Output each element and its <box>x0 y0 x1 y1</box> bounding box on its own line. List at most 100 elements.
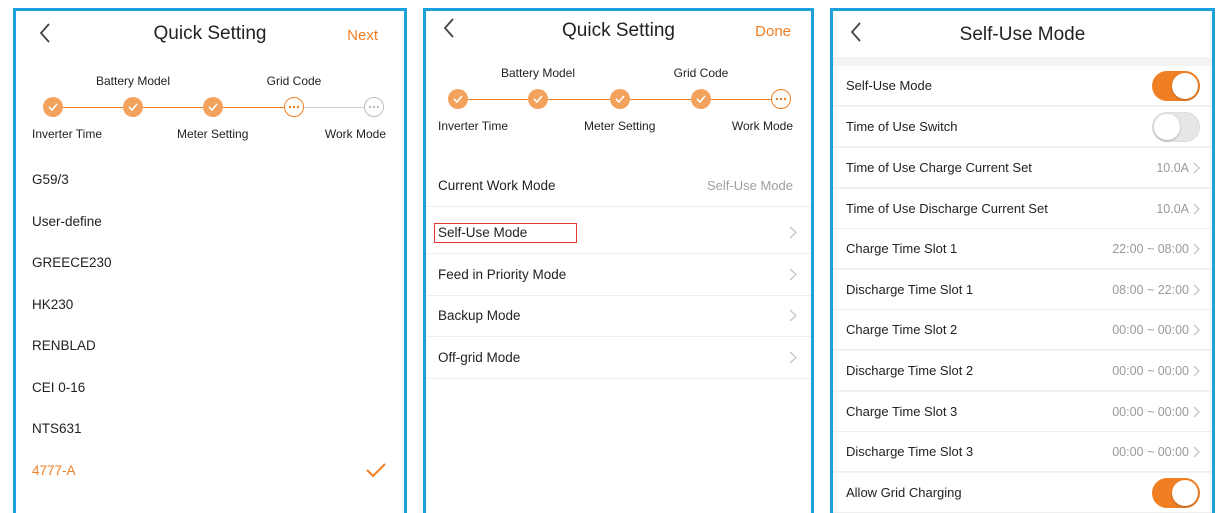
mode-item-off-grid[interactable]: Off-grid Mode <box>426 337 811 379</box>
tou-discharge-current-row[interactable]: Time of Use Discharge Current Set 10.0A <box>833 189 1212 229</box>
chevron-right-icon <box>789 351 797 364</box>
self-use-mode-row: Self-Use Mode <box>833 66 1212 106</box>
setting-label: Self-Use Mode <box>846 78 932 93</box>
mode-label: Feed in Priority Mode <box>438 267 567 282</box>
step-dot-work-mode[interactable] <box>364 97 384 117</box>
setting-value: 00:00 ~ 00:00 <box>1112 404 1189 419</box>
step-dot-inverter-time[interactable] <box>43 97 63 117</box>
self-use-mode-panel: Self-Use Mode Self-Use Mode Time of Use … <box>830 8 1215 513</box>
grid-code-label: CEI 0-16 <box>32 379 86 395</box>
step-dot-grid-code[interactable] <box>284 97 304 117</box>
charge-time-slot-1-row[interactable]: Charge Time Slot 1 22:00 ~ 08:00 <box>833 229 1212 269</box>
header: Self-Use Mode <box>833 11 1212 57</box>
step-label-battery-model: Battery Model <box>500 66 576 80</box>
step-label-work-mode: Work Mode <box>731 119 793 133</box>
check-icon <box>696 95 706 103</box>
highlight-box <box>434 223 577 243</box>
step-label-work-mode: Work Mode <box>324 127 386 141</box>
chevron-right-icon <box>1193 324 1200 335</box>
charge-time-slot-2-row[interactable]: Charge Time Slot 2 00:00 ~ 00:00 <box>833 310 1212 350</box>
step-dot-grid-code[interactable] <box>691 89 711 109</box>
setting-label: Discharge Time Slot 1 <box>846 282 974 297</box>
grid-code-panel: Quick Setting Next Battery Model Grid Co… <box>13 8 407 513</box>
toggle-knob <box>1172 72 1198 99</box>
discharge-time-slot-3-row[interactable]: Discharge Time Slot 3 00:00 ~ 00:00 <box>833 432 1212 472</box>
step-label-inverter-time: Inverter Time <box>438 119 509 133</box>
list-item[interactable]: RENBLAD <box>16 324 404 366</box>
checkmark-icon <box>366 463 386 477</box>
step-label-meter-setting: Meter Setting <box>584 119 656 133</box>
list-item[interactable]: HK230 <box>16 283 404 325</box>
list-item[interactable]: User-define <box>16 200 404 242</box>
setting-label: Charge Time Slot 1 <box>846 241 958 256</box>
list-item[interactable]: NTS631 <box>16 407 404 449</box>
step-connector <box>458 99 538 100</box>
tou-charge-current-row[interactable]: Time of Use Charge Current Set 10.0A <box>833 148 1212 188</box>
setting-value: 00:00 ~ 00:00 <box>1112 363 1189 378</box>
grid-code-label: GREECE230 <box>32 254 112 270</box>
check-icon <box>533 95 543 103</box>
setting-label: Time of Use Charge Current Set <box>846 160 1032 175</box>
step-connector <box>701 99 781 100</box>
current-work-mode-label: Current Work Mode <box>438 178 556 193</box>
header: Quick Setting Done <box>426 11 811 55</box>
grid-code-label: 4777-A <box>32 462 76 478</box>
step-dot-inverter-time[interactable] <box>448 89 468 109</box>
current-work-mode-value: Self-Use Mode <box>707 178 793 193</box>
setting-value: 00:00 ~ 00:00 <box>1112 444 1189 459</box>
chevron-right-icon <box>789 309 797 322</box>
done-button[interactable]: Done <box>755 23 791 40</box>
check-icon <box>615 95 625 103</box>
grid-code-label: G59/3 <box>32 171 69 187</box>
chevron-right-icon <box>789 268 797 281</box>
step-dot-battery-model[interactable] <box>123 97 143 117</box>
list-item[interactable]: G59/3 <box>16 158 404 200</box>
discharge-time-slot-2-row[interactable]: Discharge Time Slot 2 00:00 ~ 00:00 <box>833 351 1212 391</box>
self-use-mode-toggle[interactable] <box>1152 70 1200 101</box>
setting-label: Discharge Time Slot 3 <box>846 444 974 459</box>
allow-grid-charging-toggle[interactable] <box>1152 477 1200 508</box>
step-connector <box>620 99 701 100</box>
mode-item-feed-in-priority[interactable]: Feed in Priority Mode <box>426 254 811 296</box>
list-item[interactable]: GREECE230 <box>16 241 404 283</box>
chevron-right-icon <box>1193 203 1200 214</box>
step-label-grid-code: Grid Code <box>266 74 322 88</box>
step-label-grid-code: Grid Code <box>673 66 729 80</box>
chevron-right-icon <box>1193 162 1200 173</box>
list-item-selected[interactable]: 4777-A <box>16 449 404 491</box>
chevron-right-icon <box>789 226 797 239</box>
page-title: Quick Setting <box>562 20 675 41</box>
chevron-right-icon <box>1193 284 1200 295</box>
setting-value: 10.0A <box>1156 201 1189 216</box>
mode-item-backup[interactable]: Backup Mode <box>426 295 811 337</box>
time-of-use-switch-toggle[interactable] <box>1152 111 1200 142</box>
more-icon <box>288 105 300 109</box>
check-icon <box>128 103 138 111</box>
list-item[interactable]: CEI 0-16 <box>16 366 404 408</box>
step-dot-work-mode[interactable] <box>771 89 791 109</box>
setting-value: 00:00 ~ 00:00 <box>1112 322 1189 337</box>
setting-label: Time of Use Switch <box>846 119 958 134</box>
setting-label: Charge Time Slot 2 <box>846 322 958 337</box>
time-of-use-switch-row: Time of Use Switch <box>833 107 1212 147</box>
more-icon <box>368 105 380 109</box>
setting-label: Discharge Time Slot 2 <box>846 363 974 378</box>
chevron-right-icon <box>1193 365 1200 376</box>
check-icon <box>208 103 218 111</box>
charge-time-slot-3-row[interactable]: Charge Time Slot 3 00:00 ~ 00:00 <box>833 392 1212 432</box>
setting-value: 22:00 ~ 08:00 <box>1112 241 1189 256</box>
current-work-mode-row: Current Work Mode Self-Use Mode <box>426 165 811 207</box>
step-label-inverter-time: Inverter Time <box>32 127 103 141</box>
step-dot-meter-setting[interactable] <box>610 89 630 109</box>
step-connector <box>538 99 620 100</box>
toggle-knob <box>1154 113 1180 140</box>
mode-label: Off-grid Mode <box>438 350 521 365</box>
next-button[interactable]: Next <box>347 27 378 44</box>
step-dot-meter-setting[interactable] <box>203 97 223 117</box>
header: Quick Setting Next <box>16 11 404 55</box>
setting-label: Allow Grid Charging <box>846 485 962 500</box>
setup-stepper: Battery Model Grid Code Inverter Time Me… <box>16 55 404 150</box>
step-dot-battery-model[interactable] <box>528 89 548 109</box>
step-label-battery-model: Battery Model <box>95 74 171 88</box>
discharge-time-slot-1-row[interactable]: Discharge Time Slot 1 08:00 ~ 22:00 <box>833 270 1212 310</box>
